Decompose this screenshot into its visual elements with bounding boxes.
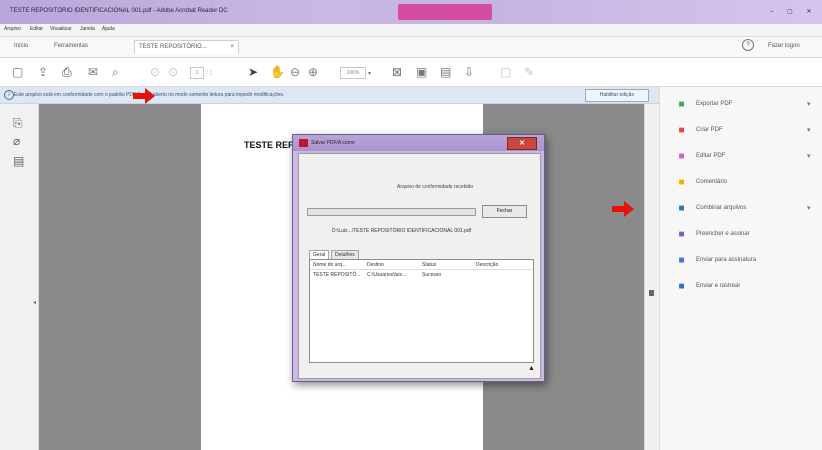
- comment-icon: ■: [678, 177, 685, 188]
- dialog-close-button[interactable]: ✕: [507, 137, 537, 150]
- menu-help[interactable]: Ajuda: [102, 26, 115, 32]
- annotation-arrow-combine-icon: [612, 201, 634, 217]
- attachment-icon[interactable]: ⌀: [13, 134, 20, 148]
- title-highlight: [398, 4, 492, 20]
- column-header[interactable]: Nome do arq...: [313, 262, 346, 268]
- dialog-body: Arquivo de conformidade recebido Fechar …: [298, 153, 541, 379]
- column-header[interactable]: Status: [422, 262, 436, 268]
- menu-file[interactable]: Arquivo: [4, 26, 21, 32]
- list-header: Nome do arq... Destino Status Descrição: [310, 260, 533, 270]
- tool-label: Criar PDF: [696, 127, 723, 133]
- tab-document-label: TESTE REPOSITÓRIO...: [139, 44, 207, 50]
- close-button[interactable]: Fechar: [482, 205, 527, 218]
- fit-page-icon[interactable]: ⊠: [392, 65, 402, 79]
- hand-tool-icon[interactable]: ✋: [270, 65, 285, 79]
- page-up-icon[interactable]: ⊙: [150, 65, 160, 79]
- scrollbar-thumb[interactable]: [649, 290, 654, 296]
- select-tool-icon[interactable]: ➤: [248, 65, 258, 79]
- left-nav: ⎘ ⌀ ▤ ◂: [0, 104, 39, 450]
- help-icon[interactable]: ?: [742, 39, 754, 51]
- toolbar: ▢ ⇪ ⎙ ✉ ⌕ ⊙ ⊙ 1 / 1 ➤ ✋ ⊖ ⊕ 106% ▾ ⊠ ▣ ▤…: [0, 58, 822, 87]
- tool-label: Comentário: [696, 179, 728, 185]
- create-pdf-icon: ■: [678, 125, 685, 136]
- info-bar: i Este arquivo está em conformidade com …: [0, 87, 660, 104]
- zoom-in-icon[interactable]: ⊕: [308, 65, 318, 79]
- page-down-icon[interactable]: ⊙: [168, 65, 178, 79]
- zoom-out-icon[interactable]: ⊖: [290, 65, 300, 79]
- progress-bar: [307, 208, 476, 216]
- zoom-dropdown-icon[interactable]: ▾: [368, 67, 371, 81]
- dialog-title-bar: Salvar PDF/A como ✕: [293, 135, 544, 151]
- signature-panel-icon[interactable]: ▤: [13, 154, 24, 168]
- tool-label: Enviar para assinatura: [696, 257, 757, 263]
- send-track-icon: ■: [678, 281, 685, 292]
- collapse-left-icon[interactable]: ◂: [33, 299, 36, 306]
- page-number-field[interactable]: 1: [190, 67, 204, 79]
- page-total: / 1: [206, 71, 213, 77]
- page-view-icon[interactable]: ▣: [416, 65, 427, 79]
- cell-filename: TESTE REPOSITÓ...: [313, 272, 361, 278]
- dialog-title: Salvar PDF/A como: [311, 140, 355, 146]
- send-signature-icon: ■: [678, 255, 685, 266]
- menu-window[interactable]: Janela: [80, 26, 95, 32]
- tab-home[interactable]: Início: [10, 40, 32, 53]
- cell-status: Sucesso: [422, 272, 442, 278]
- collapse-up-icon[interactable]: ▲: [528, 365, 535, 372]
- tool-label: Exportar PDF: [696, 101, 733, 107]
- create-icon[interactable]: ▢: [12, 65, 23, 79]
- menu-edit[interactable]: Editar: [30, 26, 43, 32]
- zoom-field[interactable]: 106%: [340, 67, 366, 79]
- tab-bar: Início Ferramentas TESTE REPOSITÓRIO... …: [0, 37, 822, 58]
- read-aloud-icon[interactable]: ⇩: [464, 65, 474, 79]
- export-pdf-icon: ■: [678, 99, 685, 110]
- tool-label: Editar PDF: [696, 153, 726, 159]
- file-path: D:\Luiz...\TESTE REPOSITÓRIO IDENTIFICAC…: [332, 228, 472, 234]
- column-header[interactable]: Descrição: [476, 262, 498, 268]
- scroll-mode-icon[interactable]: ▤: [440, 65, 451, 79]
- table-row[interactable]: TESTE REPOSITÓ... C:\Usuarios\luiz... Su…: [310, 271, 533, 280]
- email-icon[interactable]: ✉: [88, 65, 98, 79]
- edit-pdf-icon: ■: [678, 151, 685, 162]
- save-pdfa-dialog: Salvar PDF/A como ✕ Arquivo de conformid…: [292, 134, 545, 382]
- menu-view[interactable]: Visualizar: [50, 26, 72, 32]
- menu-bar: Arquivo Editar Visualizar Janela Ajuda: [0, 24, 822, 37]
- fill-sign-icon: ■: [678, 229, 685, 240]
- vertical-scrollbar[interactable]: [644, 104, 659, 450]
- tab-tools[interactable]: Ferramentas: [50, 40, 92, 53]
- tool-label: Enviar e rastrear: [696, 283, 741, 289]
- dialog-status-text: Arquivo de conformidade recebido: [397, 184, 474, 190]
- window-controls[interactable]: – ▢ ✕: [770, 8, 817, 15]
- chevron-down-icon[interactable]: ▾: [807, 204, 811, 212]
- tool-label: Preencher e assinar: [696, 231, 750, 237]
- window-title: TESTE REPOSITÓRIO IDENTIFICACIONAL 001.p…: [10, 8, 228, 14]
- title-bar: TESTE REPOSITÓRIO IDENTIFICACIONAL 001.p…: [0, 0, 822, 24]
- tab-document[interactable]: TESTE REPOSITÓRIO... ×: [134, 40, 239, 54]
- cell-destination: C:\Usuarios\luiz...: [367, 272, 407, 278]
- sign-in-link[interactable]: Fazer logon: [764, 40, 804, 53]
- tab-close-icon[interactable]: ×: [230, 41, 234, 54]
- results-list: Nome do arq... Destino Status Descrição …: [309, 259, 534, 363]
- search-icon[interactable]: ⌕: [112, 65, 119, 79]
- tool-label: Combinar arquivos: [696, 205, 747, 211]
- info-icon: i: [4, 90, 14, 100]
- print-icon[interactable]: ⎙: [62, 65, 72, 79]
- pen-tool-icon[interactable]: ✎: [524, 65, 534, 79]
- chevron-down-icon[interactable]: ▾: [807, 100, 811, 108]
- comment-tool-icon[interactable]: ▢: [500, 65, 511, 79]
- chevron-down-icon[interactable]: ▾: [807, 152, 811, 160]
- combine-files-icon: ■: [678, 203, 685, 214]
- enable-editing-button[interactable]: Habilitar edição: [585, 89, 649, 102]
- upload-cloud-icon[interactable]: ⇪: [38, 65, 48, 79]
- column-header[interactable]: Destino: [367, 262, 384, 268]
- bookmark-icon[interactable]: ⎘: [13, 116, 23, 131]
- annotation-arrow-infobar-icon: [133, 88, 155, 104]
- acrobat-icon: [299, 139, 308, 147]
- right-tools-pane: ■ Exportar PDF ▾ ■ Criar PDF ▾ ■ Editar …: [659, 87, 822, 450]
- chevron-down-icon[interactable]: ▾: [807, 126, 811, 134]
